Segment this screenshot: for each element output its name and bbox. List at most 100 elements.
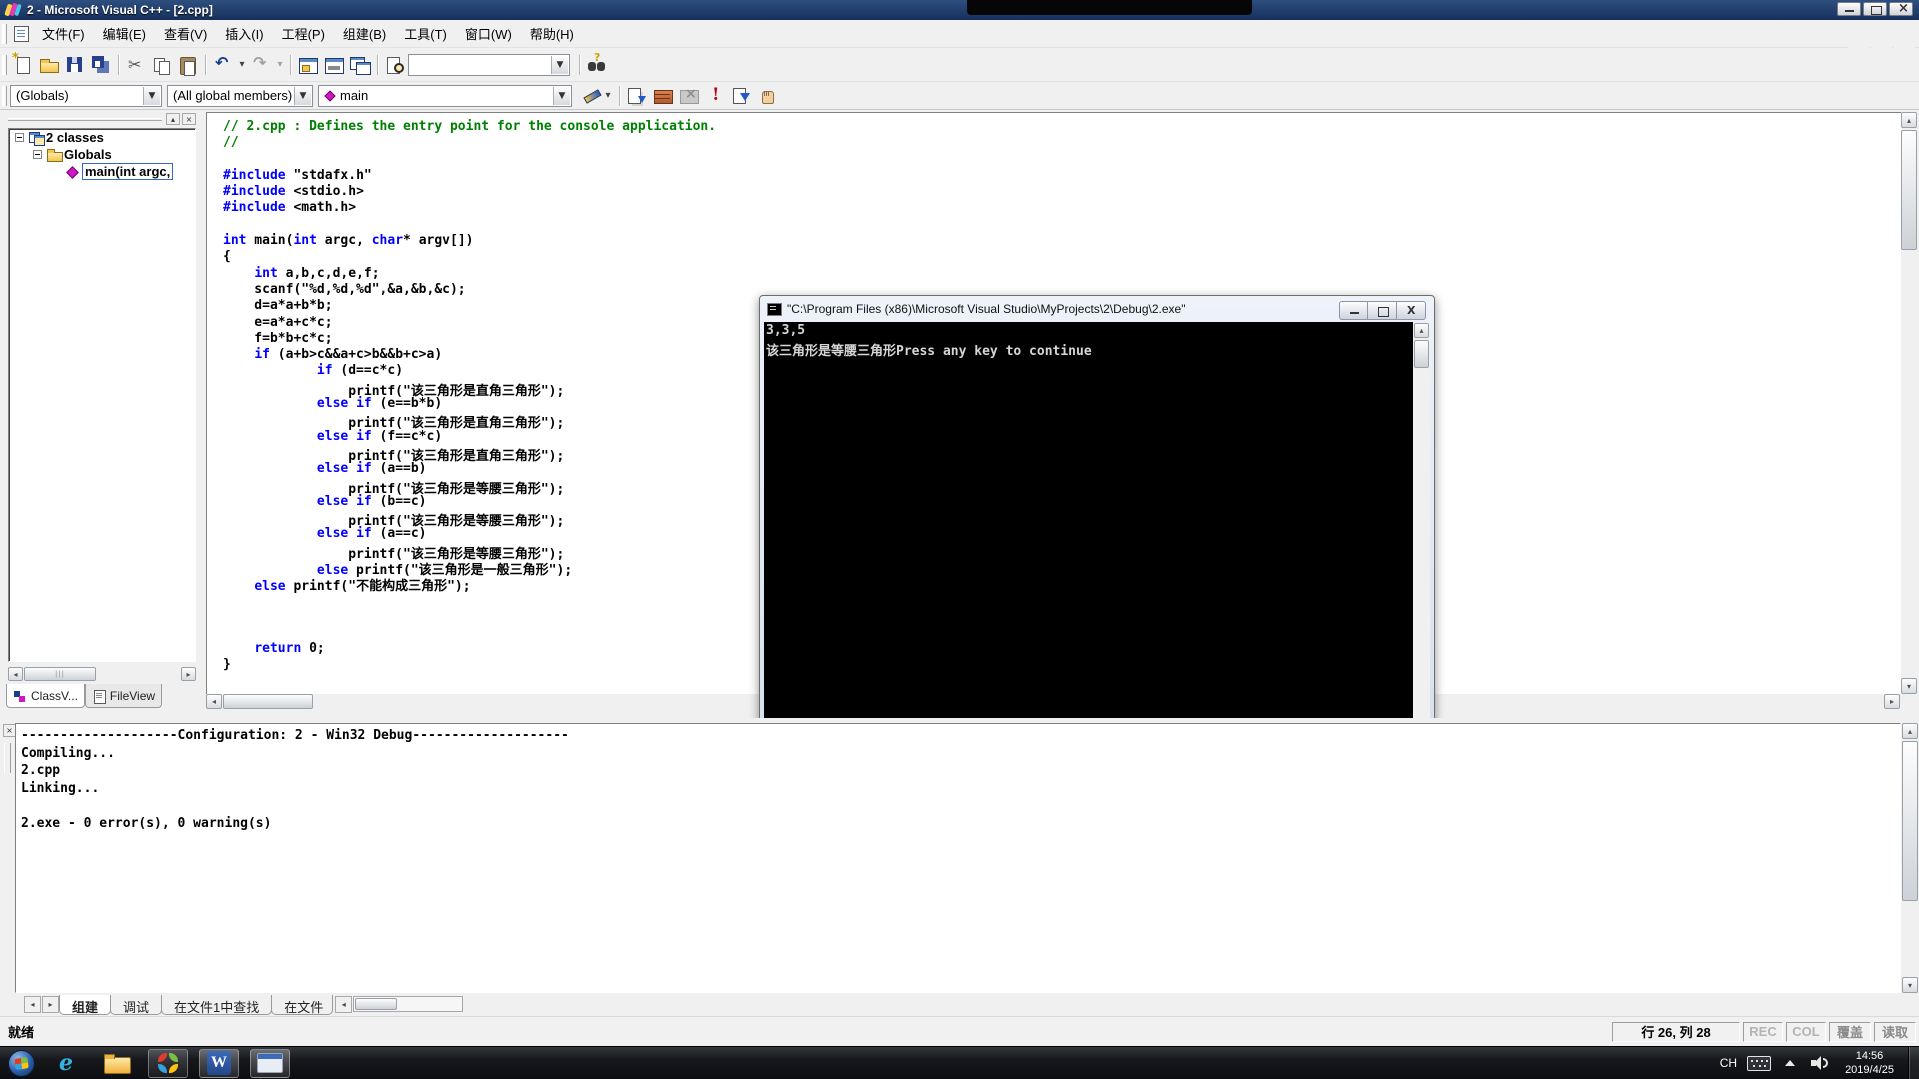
menu-item[interactable]: 插入(I) — [216, 21, 272, 46]
save-button[interactable] — [62, 53, 88, 77]
keyboard-icon[interactable] — [1747, 1055, 1772, 1071]
toolbar-gripper[interactable] — [2, 54, 7, 75]
console-minimize-button[interactable] — [1339, 301, 1368, 320]
console-titlebar[interactable]: "C:\Program Files (x86)\Microsoft Visual… — [760, 296, 1434, 322]
output-gripper[interactable] — [4, 743, 11, 773]
show-desktop-button[interactable] — [1908, 1046, 1919, 1079]
tree-expander-icon[interactable] — [15, 133, 24, 142]
search-button[interactable] — [584, 51, 610, 77]
chevron-down-icon[interactable]: ▼ — [294, 86, 311, 105]
new-file-button[interactable] — [10, 51, 36, 77]
workspace-tab-classv[interactable]: ClassV... — [6, 684, 85, 708]
go-button[interactable] — [728, 84, 754, 108]
redo-dropdown-caret[interactable]: ▾ — [274, 53, 286, 77]
workspace-window-button[interactable] — [295, 53, 321, 77]
console-window[interactable]: "C:\Program Files (x86)\Microsoft Visual… — [759, 295, 1435, 739]
undo-button[interactable] — [210, 53, 236, 77]
build-output[interactable]: --------------------Configuration: 2 - W… — [15, 723, 1901, 993]
chevron-down-icon[interactable]: ▼ — [551, 55, 568, 74]
taskbar-ie-button[interactable]: e — [46, 1049, 86, 1078]
cascade-windows-button[interactable] — [347, 53, 373, 77]
output-window-button[interactable] — [321, 53, 347, 77]
console-close-button[interactable] — [1397, 301, 1426, 320]
maximize-button[interactable] — [1863, 2, 1887, 16]
copy-button[interactable] — [149, 53, 175, 77]
console-maximize-button[interactable] — [1368, 301, 1397, 320]
find-combo[interactable]: ▼ — [408, 53, 570, 76]
paste-button[interactable] — [175, 53, 201, 77]
class-combo[interactable]: (Globals) ▼ — [10, 84, 162, 107]
execute-program-button[interactable] — [702, 84, 728, 108]
scrollbar-thumb[interactable] — [223, 694, 313, 709]
scrollbar-thumb[interactable] — [1901, 130, 1917, 250]
scrollbar-thumb[interactable] — [1902, 741, 1918, 901]
cut-button[interactable] — [123, 53, 149, 77]
taskbar-explorer-button[interactable] — [97, 1049, 137, 1078]
compile-button[interactable] — [624, 84, 650, 108]
chevron-down-icon[interactable]: ▼ — [143, 86, 160, 105]
build-button[interactable] — [650, 84, 676, 108]
scrollbar-thumb[interactable] — [1414, 340, 1429, 368]
tree-item[interactable]: 2 classes — [9, 129, 195, 146]
breakpoint-hand-button[interactable] — [754, 84, 780, 108]
close-button[interactable] — [1889, 1, 1913, 16]
scrollbar-thumb[interactable] — [355, 998, 398, 1010]
menu-item[interactable]: 工程(P) — [273, 21, 334, 46]
tree-item-label[interactable]: Globals — [64, 147, 112, 162]
panel-expand-button[interactable]: ▴ — [166, 113, 180, 125]
open-button[interactable] — [36, 53, 62, 77]
save-all-button[interactable] — [88, 53, 114, 77]
wizardbar-gripper[interactable] — [2, 85, 7, 106]
menu-item[interactable]: 帮助(H) — [521, 21, 583, 46]
minimize-button[interactable] — [1837, 2, 1861, 16]
scroll-up-icon[interactable]: ▴ — [1901, 112, 1917, 128]
output-vertical-scrollbar[interactable]: ▴ ▾ — [1901, 723, 1919, 993]
menu-item[interactable]: 工具(T) — [395, 21, 456, 46]
tabs-scroll-left-icon[interactable]: ◂ — [24, 996, 41, 1013]
output-tab-2[interactable]: 在文件1中查找 — [161, 995, 273, 1015]
menu-item[interactable]: 组建(B) — [334, 21, 395, 46]
scroll-down-icon[interactable]: ▾ — [1902, 977, 1918, 993]
console-vertical-scrollbar[interactable]: ▴ ▾ — [1413, 322, 1430, 734]
taskbar-app-pinwheel-button[interactable] — [148, 1048, 188, 1078]
scroll-left-icon[interactable]: ◂ — [206, 694, 222, 709]
scroll-right-icon[interactable]: ▸ — [181, 667, 196, 681]
tabs-overflow-icon[interactable]: ◂ — [335, 996, 353, 1013]
chevron-down-icon[interactable]: ▼ — [553, 86, 570, 105]
redo-button[interactable] — [248, 53, 274, 77]
scroll-left-icon[interactable]: ◂ — [8, 667, 23, 681]
scroll-up-icon[interactable]: ▴ — [1414, 323, 1429, 338]
speaker-icon[interactable] — [1811, 1055, 1829, 1071]
members-filter-combo[interactable]: (All global members) ▼ — [167, 84, 313, 107]
scroll-down-icon[interactable]: ▾ — [1901, 678, 1917, 694]
workspace-horizontal-scrollbar[interactable]: ◂ ||| ▸ — [8, 666, 196, 682]
tree-item-label[interactable]: main(int argc, — [82, 163, 174, 180]
taskbar-word-button[interactable]: W — [199, 1048, 239, 1078]
output-tab-1[interactable]: 调试 — [110, 995, 163, 1015]
wizardbar-actions-button[interactable]: ▾ — [577, 84, 615, 108]
taskbar-console-app-button[interactable] — [250, 1048, 290, 1078]
output-tab-0[interactable]: 组建 — [59, 995, 112, 1015]
tree-expander-icon[interactable] — [33, 150, 42, 159]
start-button[interactable] — [8, 1049, 35, 1077]
tree-item[interactable]: Globals — [9, 146, 195, 163]
workspace-tab-fileview[interactable]: FileView — [84, 684, 163, 708]
undo-dropdown-caret[interactable]: ▾ — [236, 53, 248, 77]
taskbar-clock[interactable]: 14:56 2019/4/25 — [1845, 1049, 1894, 1077]
language-indicator[interactable]: CH — [1720, 1056, 1737, 1070]
menu-item[interactable]: 窗口(W) — [456, 21, 521, 46]
output-tab-3[interactable]: 在文件 — [271, 995, 334, 1015]
tree-item-label[interactable]: 2 classes — [46, 130, 104, 145]
scroll-right-icon[interactable]: ▸ — [1884, 694, 1900, 709]
tree-item[interactable]: main(int argc, — [9, 163, 195, 180]
hidden-icons-chevron-icon[interactable] — [1785, 1060, 1796, 1066]
menubar-gripper[interactable] — [2, 23, 7, 44]
menu-item[interactable]: 文件(F) — [33, 21, 94, 46]
menu-item[interactable]: 查看(V) — [155, 21, 216, 46]
stop-build-button[interactable] — [676, 84, 702, 108]
find-in-files-button[interactable] — [382, 53, 408, 77]
tabs-scroll-right-icon[interactable]: ▸ — [42, 996, 59, 1013]
editor-vertical-scrollbar[interactable]: ▴ ▾ — [1901, 112, 1919, 694]
scroll-up-icon[interactable]: ▴ — [1902, 723, 1918, 739]
output-horizontal-scrollbar[interactable] — [353, 996, 464, 1012]
